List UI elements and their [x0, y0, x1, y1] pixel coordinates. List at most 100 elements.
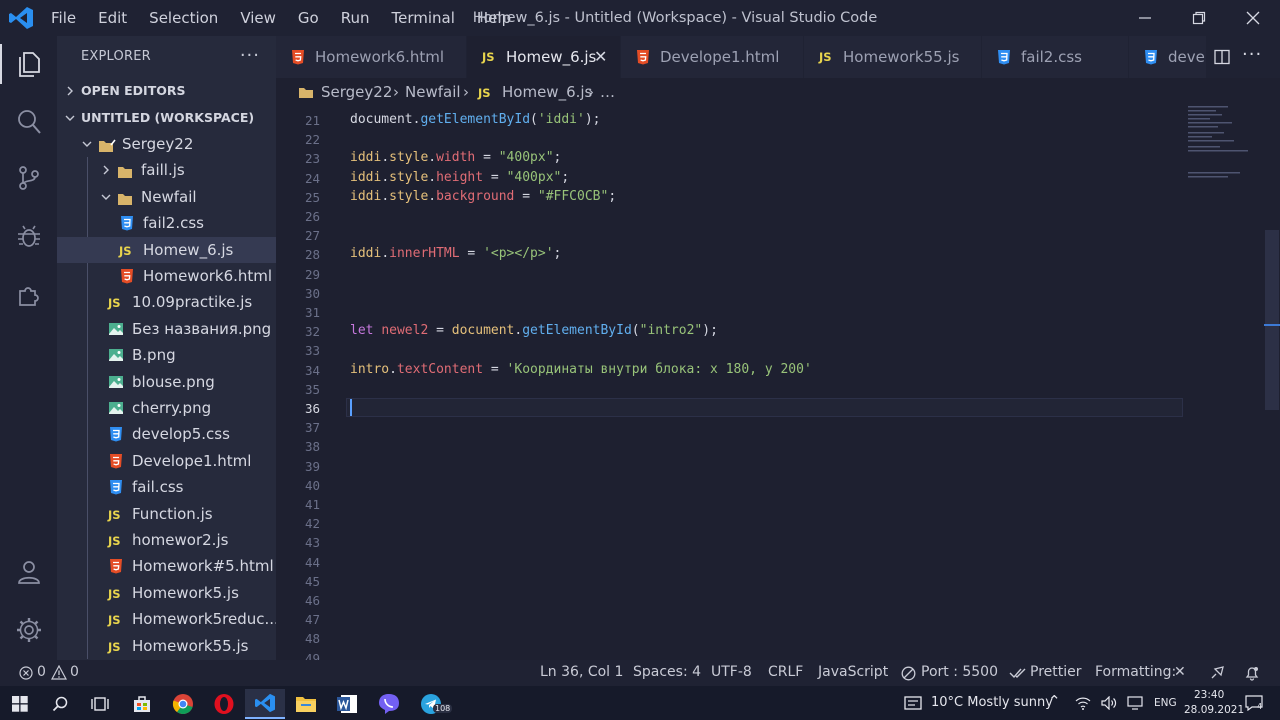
editor-scrollbar[interactable]: [1264, 106, 1280, 660]
open-editors-section[interactable]: OPEN EDITORS: [57, 78, 276, 104]
display-icon[interactable]: [1127, 696, 1143, 710]
notifications-bell-icon[interactable]: [1244, 665, 1260, 681]
tree-file[interactable]: JS Homework55.js: [57, 633, 276, 659]
breadcrumb-more[interactable]: …: [600, 83, 615, 101]
tree-file[interactable]: B.png: [57, 342, 276, 368]
language-mode[interactable]: JavaScript: [818, 664, 888, 680]
breadcrumb-file[interactable]: Homew_6.js: [502, 83, 592, 101]
tree-file[interactable]: JS 10.09practike.js: [57, 289, 276, 315]
taskbar-opera[interactable]: [204, 689, 244, 719]
line-ending[interactable]: CRLF: [768, 664, 803, 680]
code-token: .: [428, 169, 437, 185]
tree-file[interactable]: develop5.css: [57, 421, 276, 447]
debug-activity-button[interactable]: [0, 212, 57, 260]
tree-item-label: develop5.css: [132, 425, 230, 444]
explorer-activity-button[interactable]: [0, 40, 57, 88]
formatting-toggle-icon[interactable]: ✕: [1174, 664, 1186, 680]
split-editor-icon[interactable]: [1214, 49, 1230, 65]
code-token: "#FFC0CB": [537, 188, 609, 204]
tree-file[interactable]: JS Function.js: [57, 501, 276, 527]
start-button[interactable]: [0, 689, 40, 719]
close-window-button[interactable]: [1226, 0, 1280, 36]
menu-file[interactable]: File: [40, 0, 87, 36]
menu-view[interactable]: View: [229, 0, 287, 36]
code-token: =: [428, 323, 452, 339]
taskbar-vscode[interactable]: [245, 689, 285, 719]
taskbar-word[interactable]: [327, 689, 367, 719]
taskbar-file-explorer[interactable]: [286, 689, 326, 719]
tree-file[interactable]: JS homewor2.js: [57, 527, 276, 553]
tree-file[interactable]: Homework6.html: [57, 263, 276, 289]
minimap[interactable]: [1184, 106, 1264, 660]
clock-date[interactable]: 28.09.2021: [1184, 704, 1244, 716]
css-file-icon: [119, 215, 135, 231]
tree-file[interactable]: blouse.png: [57, 369, 276, 395]
editor-tab[interactable]: JS Homew_6.js ✕: [467, 36, 620, 78]
tree-file[interactable]: fail.css: [57, 474, 276, 500]
minimize-button[interactable]: [1118, 0, 1172, 36]
formatting-status[interactable]: Formatting:: [1095, 664, 1176, 680]
accounts-activity-button[interactable]: [0, 548, 57, 596]
input-language[interactable]: ENG: [1154, 697, 1177, 709]
breadcrumb-folder[interactable]: Sergey22: [321, 83, 392, 101]
cursor-position[interactable]: Ln 36, Col 1: [540, 664, 623, 680]
breadcrumb-subfolder[interactable]: Newfail: [405, 83, 461, 101]
extensions-activity-button[interactable]: [0, 270, 57, 318]
feedback-icon[interactable]: [1209, 665, 1225, 681]
tree-file[interactable]: JS Homework5reduc...: [57, 606, 276, 632]
live-server-port[interactable]: Port : 5500: [921, 664, 998, 680]
window-title: Homew_6.js - Untitled (Workspace) - Visu…: [472, 10, 878, 26]
taskbar-viber[interactable]: [369, 689, 409, 719]
code-token: innerHTML: [389, 246, 460, 262]
editor-more-button[interactable]: ···: [1242, 44, 1262, 65]
code-editor[interactable]: 21 document.getElementById('iddi'); 22 23 id…: [276, 106, 1280, 660]
restore-button[interactable]: [1172, 0, 1226, 36]
chevron-up-icon[interactable]: ⌃: [1048, 692, 1061, 710]
warning-count[interactable]: 0: [70, 664, 79, 680]
weather-widget[interactable]: 10°C Mostly sunny: [931, 695, 1053, 710]
network-icon[interactable]: [1075, 696, 1091, 710]
editor-tab[interactable]: JS Homework55.js: [804, 36, 981, 78]
menu-go[interactable]: Go: [287, 0, 330, 36]
scrollbar-thumb[interactable]: [1265, 230, 1279, 410]
menu-selection[interactable]: Selection: [138, 0, 229, 36]
taskbar-search-button[interactable]: [40, 689, 80, 719]
warning-icon: [51, 665, 67, 680]
error-count[interactable]: 0: [37, 664, 46, 680]
tree-file[interactable]: Homework#5.html: [57, 553, 276, 579]
editor-tab[interactable]: Homework6.html: [276, 36, 466, 78]
more-actions-button[interactable]: ···: [240, 45, 260, 66]
volume-icon[interactable]: [1101, 696, 1117, 710]
tree-file[interactable]: fail2.css: [57, 210, 276, 236]
indentation[interactable]: Spaces: 4: [633, 664, 701, 680]
line-number: 28: [304, 247, 320, 263]
tree-item-label: homewor2.js: [132, 531, 229, 549]
tree-file[interactable]: JS Homew_6.js: [57, 236, 276, 263]
tree-folder[interactable]: Sergey22: [57, 131, 276, 157]
manage-activity-button[interactable]: [0, 606, 57, 654]
editor-tab[interactable]: Develope1.html: [621, 36, 803, 78]
tree-file[interactable]: Без названия.png: [57, 316, 276, 342]
tree-file[interactable]: JS Homework5.js: [57, 580, 276, 606]
tree-folder[interactable]: Newfail: [57, 184, 276, 210]
taskbar-telegram[interactable]: 108: [411, 689, 453, 719]
tree-file[interactable]: Develope1.html: [57, 448, 276, 474]
taskbar-chrome[interactable]: [163, 689, 203, 719]
tab-close-icon[interactable]: ✕: [594, 47, 607, 66]
source-control-activity-button[interactable]: [0, 154, 57, 202]
search-activity-button[interactable]: [0, 98, 57, 146]
menu-terminal[interactable]: Terminal: [381, 0, 466, 36]
tree-file[interactable]: cherry.png: [57, 395, 276, 421]
prettier-status[interactable]: Prettier: [1030, 664, 1082, 680]
encoding[interactable]: UTF-8: [711, 664, 752, 680]
editor-tab[interactable]: fail2.css: [982, 36, 1128, 78]
taskbar-store[interactable]: [122, 689, 162, 719]
code-token: =: [475, 150, 499, 166]
task-view-button[interactable]: [80, 689, 120, 719]
tree-folder[interactable]: faill.js: [57, 157, 276, 183]
code-token: newel2: [381, 323, 429, 339]
workspace-section[interactable]: UNTITLED (WORKSPACE): [57, 105, 276, 131]
menu-run[interactable]: Run: [330, 0, 381, 36]
menu-edit[interactable]: Edit: [87, 0, 138, 36]
clock-time[interactable]: 23:40: [1194, 689, 1224, 701]
